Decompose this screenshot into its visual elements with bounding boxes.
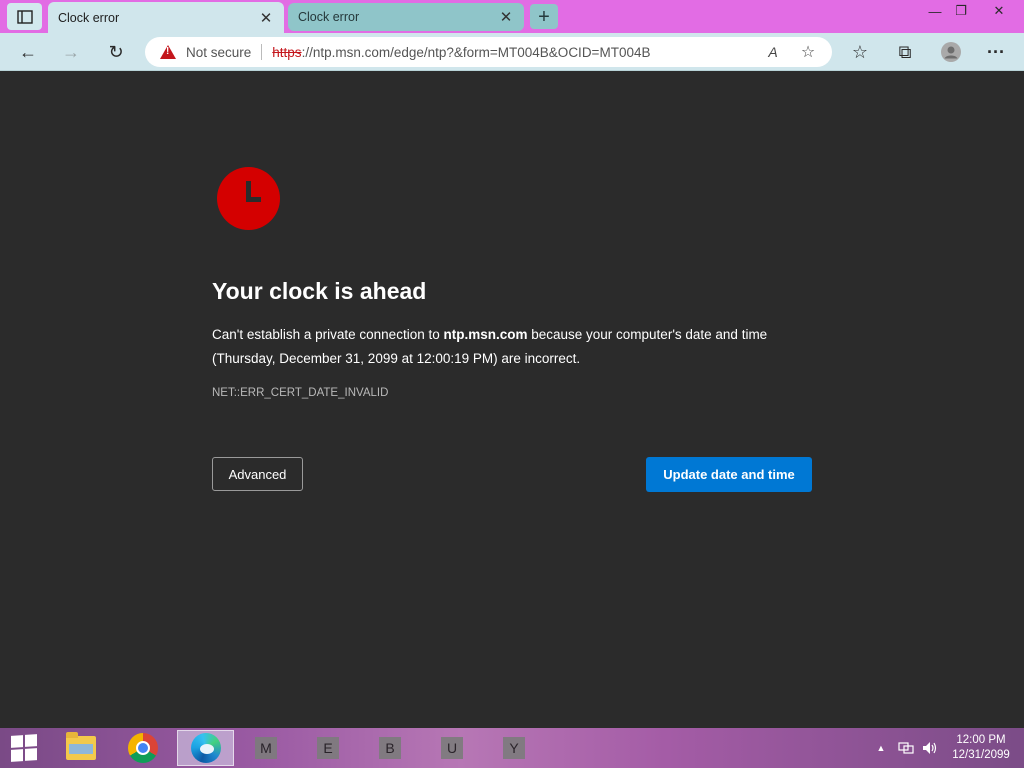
warning-icon[interactable] bbox=[160, 45, 176, 59]
address-bar[interactable]: Not secure https://ntp.msn.com/edge/ntp?… bbox=[145, 37, 832, 67]
tab-close-icon[interactable]: ✕ bbox=[258, 10, 274, 27]
add-favorite-icon[interactable]: ☆ bbox=[798, 42, 818, 62]
desc-host: ntp.msn.com bbox=[443, 327, 528, 342]
app-b-icon: B bbox=[379, 737, 401, 759]
tab-clock-error-active[interactable]: Clock error ✕ bbox=[48, 2, 284, 33]
taskbar: M E B U Y ▲ 12:00 PM 12/31/2099 bbox=[0, 728, 1024, 768]
start-button[interactable] bbox=[0, 728, 48, 768]
update-date-time-button[interactable]: Update date and time bbox=[646, 457, 812, 492]
error-code: NET::ERR_CERT_DATE_INVALID bbox=[212, 387, 389, 399]
desc-prefix: Can't establish a private connection to bbox=[212, 327, 444, 342]
restore-button[interactable]: ❐ bbox=[944, 0, 978, 22]
url-text: ://ntp.msn.com/edge/ntp?&form=MT004B&OCI… bbox=[301, 44, 651, 60]
collections-button[interactable]: ⧉ bbox=[890, 37, 920, 67]
profile-icon bbox=[941, 42, 961, 62]
forward-button[interactable]: → bbox=[56, 37, 86, 67]
app-y-icon: Y bbox=[503, 737, 525, 759]
page-title: Your clock is ahead bbox=[212, 278, 427, 304]
error-page: Your clock is ahead Can't establish a pr… bbox=[0, 71, 1024, 728]
browser-toolbar: ← → ↻ Not secure https://ntp.msn.com/edg… bbox=[0, 33, 1024, 71]
url-scheme: https bbox=[272, 44, 302, 60]
taskbar-clock[interactable]: 12:00 PM 12/31/2099 bbox=[946, 733, 1016, 763]
network-icon[interactable] bbox=[895, 728, 917, 768]
app-m-icon: M bbox=[255, 737, 277, 759]
security-label[interactable]: Not secure bbox=[186, 45, 251, 60]
refresh-button[interactable]: ↻ bbox=[101, 37, 131, 67]
address-divider bbox=[261, 44, 263, 60]
clock-date: 12/31/2099 bbox=[952, 749, 1010, 761]
chrome-button[interactable] bbox=[123, 730, 163, 766]
favorites-button[interactable]: ☆ bbox=[845, 37, 875, 67]
tab-clock-error[interactable]: Clock error ✕ bbox=[288, 3, 524, 31]
profile-button[interactable] bbox=[936, 37, 966, 67]
error-description: Can't establish a private connection to … bbox=[212, 323, 812, 371]
volume-icon[interactable] bbox=[919, 728, 941, 768]
read-aloud-icon[interactable]: A bbox=[763, 42, 783, 62]
back-button[interactable]: ← bbox=[13, 37, 43, 67]
edge-icon bbox=[190, 733, 221, 763]
edge-button[interactable] bbox=[177, 730, 234, 766]
taskbar-app-e[interactable]: E bbox=[308, 730, 348, 766]
taskbar-app-b[interactable]: B bbox=[370, 730, 410, 766]
title-bar: Clock error ✕ Clock error ✕ + — ❐ ✕ bbox=[0, 0, 1024, 33]
folder-icon bbox=[66, 732, 96, 760]
new-tab-button[interactable]: + bbox=[530, 4, 558, 29]
app-e-icon: E bbox=[317, 737, 339, 759]
close-window-button[interactable]: ✕ bbox=[982, 0, 1016, 22]
taskbar-app-m[interactable]: M bbox=[246, 730, 286, 766]
clock-error-icon bbox=[217, 167, 280, 230]
clock-time: 12:00 PM bbox=[956, 734, 1006, 746]
more-button[interactable]: ··· bbox=[981, 37, 1011, 67]
tab-title: Clock error bbox=[298, 10, 360, 24]
tab-actions-icon bbox=[16, 9, 33, 24]
app-u-icon: U bbox=[441, 737, 463, 759]
file-explorer-button[interactable] bbox=[61, 730, 101, 766]
taskbar-app-y[interactable]: Y bbox=[494, 730, 534, 766]
chrome-icon bbox=[128, 733, 158, 763]
taskbar-app-u[interactable]: U bbox=[432, 730, 472, 766]
tab-actions-button[interactable] bbox=[7, 3, 42, 30]
show-hidden-icons-button[interactable]: ▲ bbox=[872, 728, 890, 768]
tab-close-icon[interactable]: ✕ bbox=[498, 9, 514, 26]
advanced-button[interactable]: Advanced bbox=[212, 457, 303, 491]
windows-logo-icon bbox=[11, 734, 37, 762]
tab-title: Clock error bbox=[58, 10, 120, 25]
